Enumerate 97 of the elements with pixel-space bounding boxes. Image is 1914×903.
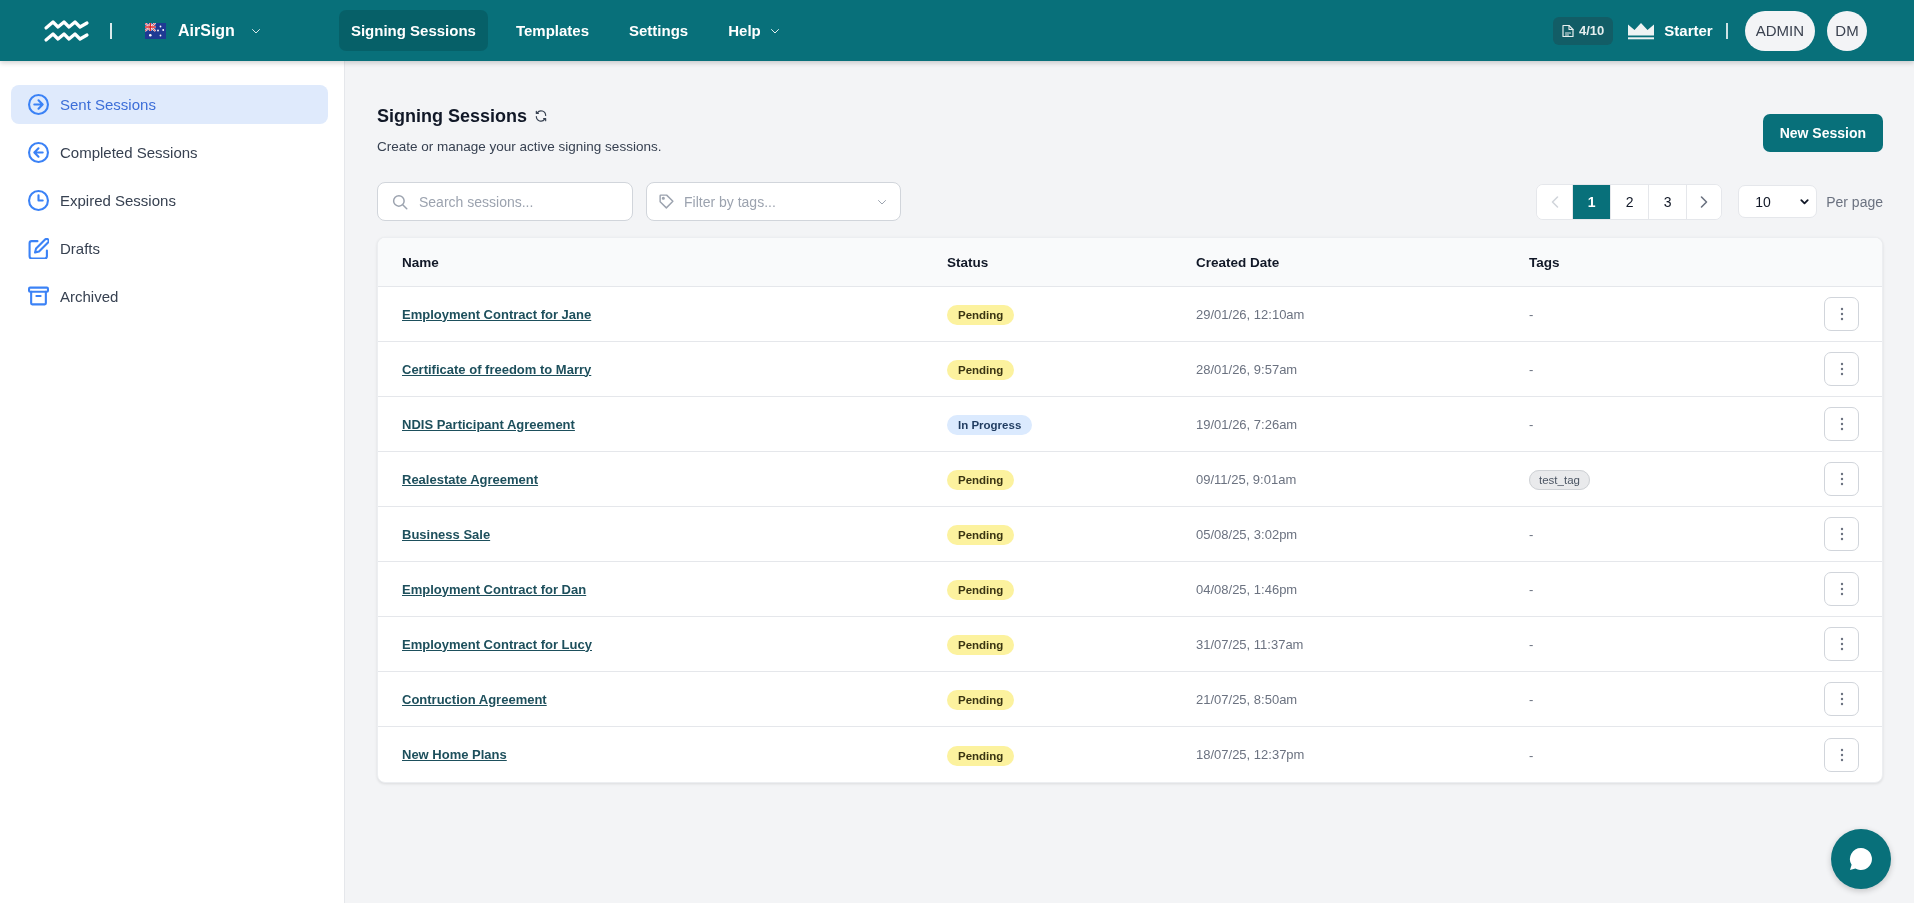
plan-name: Starter (1664, 22, 1713, 39)
clock-icon (28, 190, 49, 211)
more-actions-button[interactable] (1824, 572, 1859, 606)
three-dots-icon (1839, 637, 1844, 651)
status-badge: Pending (947, 690, 1015, 710)
empty-tags-text: - (1529, 362, 1534, 377)
created-date: 28/01/26, 9:57am (1196, 361, 1299, 377)
nav-tab[interactable]: Signing Sessions (338, 10, 488, 51)
archive-box-icon (28, 286, 49, 307)
more-actions-button[interactable] (1824, 407, 1859, 441)
three-dots-icon (1839, 472, 1844, 486)
tag-chip[interactable]: test_tag (1529, 470, 1590, 490)
next-page-button[interactable] (1686, 184, 1722, 219)
page-button[interactable]: 1 (1572, 184, 1611, 219)
created-date: 04/08/25, 1:46pm (1196, 581, 1299, 597)
arrow-left-circle-icon (28, 142, 49, 163)
chat-button[interactable] (1831, 829, 1891, 889)
usage-count: 4/10 (1579, 23, 1605, 38)
created-date: 19/01/26, 7:26am (1196, 416, 1299, 432)
search-icon (391, 192, 409, 211)
column-header: Name (402, 254, 440, 270)
crown-icon (1627, 21, 1656, 40)
refresh-icon[interactable] (534, 109, 549, 123)
session-link[interactable]: Employment Contract for Lucy (402, 636, 592, 652)
chevron-left-icon (1549, 194, 1560, 209)
status-badge: Pending (947, 525, 1015, 545)
per-page-label: Per page (1826, 193, 1883, 210)
more-actions-button[interactable] (1824, 682, 1859, 716)
more-actions-button[interactable] (1824, 297, 1859, 331)
session-link[interactable]: Employment Contract for Jane (402, 306, 592, 322)
sidebar-item[interactable]: Expired Sessions (11, 181, 328, 220)
session-link[interactable]: Business Sale (402, 526, 491, 542)
empty-tags-text: - (1529, 747, 1534, 763)
three-dots-icon (1839, 417, 1844, 431)
empty-tags-text: - (1529, 582, 1534, 597)
nav-tab[interactable]: Settings (617, 10, 701, 51)
sidebar-item[interactable]: Sent Sessions (11, 85, 328, 124)
nav-tab[interactable]: Help (716, 10, 793, 51)
created-date: 18/07/25, 12:37pm (1196, 747, 1306, 762)
page-title: Signing Sessions (377, 105, 528, 128)
three-dots-icon (1839, 692, 1844, 706)
more-actions-button[interactable] (1824, 352, 1859, 386)
sidebar-item[interactable]: Archived (11, 277, 328, 316)
pencil-square-icon (28, 238, 49, 259)
column-header: Status (947, 254, 990, 270)
three-dots-icon (1839, 362, 1844, 376)
empty-tags-text: - (1529, 637, 1534, 652)
arrow-right-circle-icon (28, 94, 49, 115)
workspace-dropdown[interactable]: AirSign (145, 21, 262, 40)
status-badge: Pending (947, 360, 1015, 380)
session-link[interactable]: Contruction Agreement (402, 691, 547, 707)
session-link[interactable]: NDIS Participant Agreement (402, 416, 575, 432)
more-actions-button[interactable] (1824, 627, 1859, 661)
more-actions-button[interactable] (1824, 737, 1859, 772)
new-session-button[interactable]: New Session (1762, 114, 1883, 152)
tag-icon (658, 193, 675, 210)
page-subtitle: Create or manage your active signing sessions. (377, 138, 662, 156)
status-badge: Pending (947, 470, 1015, 490)
status-badge: Pending (947, 305, 1015, 325)
empty-tags-text: - (1529, 527, 1534, 542)
role-badge: ADMIN (1744, 10, 1815, 51)
more-actions-button[interactable] (1824, 462, 1859, 496)
empty-tags-text: - (1529, 417, 1534, 432)
three-dots-icon (1839, 747, 1844, 762)
status-badge: Pending (947, 745, 1015, 766)
chevron-right-icon (1699, 194, 1710, 209)
created-date: 29/01/26, 12:10am (1196, 306, 1306, 322)
created-date: 05/08/25, 3:02pm (1196, 526, 1299, 542)
three-dots-icon (1839, 582, 1844, 596)
column-header: Created Date (1196, 254, 1281, 270)
three-dots-icon (1839, 307, 1844, 321)
column-header: Tags (1529, 254, 1561, 270)
status-badge: In Progress (947, 415, 1033, 435)
session-link[interactable]: New Home Plans (402, 747, 507, 762)
created-date: 21/07/25, 8:50am (1196, 691, 1299, 707)
per-page-select[interactable]: 10 (1738, 185, 1818, 218)
three-dots-icon (1839, 527, 1844, 541)
user-avatar[interactable]: DM (1827, 10, 1867, 51)
empty-tags-text: - (1529, 307, 1534, 322)
chat-bubble-icon (1847, 845, 1875, 873)
tag-filter-field[interactable]: Filter by tags... (646, 182, 901, 221)
session-link[interactable]: Employment Contract for Dan (402, 581, 587, 597)
nav-tab[interactable]: Templates (503, 10, 601, 51)
chevron-down-icon (1799, 196, 1811, 207)
search-field[interactable]: Search sessions... (377, 182, 633, 221)
session-link[interactable]: Certificate of freedom to Marry (402, 361, 592, 377)
created-date: 09/11/25, 9:01am (1196, 471, 1298, 487)
session-link[interactable]: Realestate Agreement (402, 471, 539, 487)
created-date: 31/07/25, 11:37am (1196, 636, 1305, 652)
status-badge: Pending (947, 635, 1015, 655)
document-icon (1562, 23, 1574, 38)
empty-tags-text: - (1529, 692, 1534, 707)
sidebar-item[interactable]: Completed Sessions (11, 133, 328, 172)
sidebar-item[interactable]: Drafts (11, 229, 328, 268)
flag-icon (145, 22, 166, 39)
more-actions-button[interactable] (1824, 517, 1859, 551)
status-badge: Pending (947, 580, 1015, 600)
